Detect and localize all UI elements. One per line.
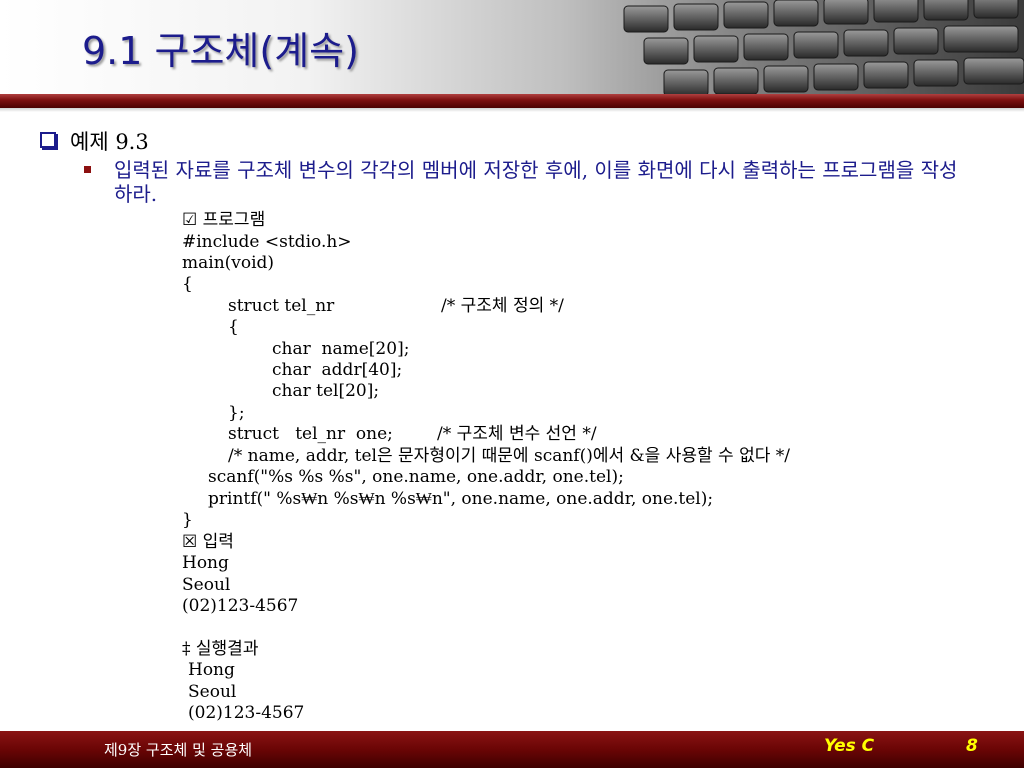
description-bullet: 입력된 자료를 구조체 변수의 각각의 멤버에 저장한 후에, 이를 화면에 다… [84,158,964,206]
example-description: 입력된 자료를 구조체 변수의 각각의 멤버에 저장한 후에, 이를 화면에 다… [114,158,958,206]
code-line: struct tel_nr [228,296,335,316]
code-comment: /* name, addr, tel은 문자형이기 때문에 scanf()에서 … [228,446,790,466]
output-label: ‡ 실행결과 [182,639,259,659]
input-line: (02)123-4567 [182,596,299,616]
footer-bar: 제9장 구조체 및 공용체 Yes C 8 [0,731,1024,768]
code-line: main(void) [182,253,275,273]
checkbox-bullet-icon [40,132,56,148]
code-line: }; [228,403,245,423]
header-banner: 9.1 구조체(계속) [0,0,1024,94]
code-line: } [182,510,193,530]
output-line: Seoul [188,682,237,702]
input-line: Hong [182,553,229,573]
keyboard-image [623,0,1024,94]
code-line: { [228,317,239,337]
code-line: scanf("%s %s %s", one.name, one.addr, on… [208,467,624,487]
code-line: { [182,274,193,294]
code-line: char tel[20]; [272,381,380,401]
program-label: ☑ 프로그램 [182,210,266,230]
output-line: Hong [188,660,235,680]
square-bullet-icon [84,166,91,173]
header-divider-bar [0,94,1024,108]
footer-brand: Yes C [824,736,875,756]
code-line: struct tel_nr one; [228,424,393,444]
code-line: #include <stdio.h> [182,232,352,252]
input-line: Seoul [182,575,231,595]
code-line: char name[20]; [272,339,410,359]
page-number: 8 [966,736,978,756]
code-line: printf(" %s₩n %s₩n %s₩n", one.name, one.… [208,489,714,509]
input-label: ☒ 입력 [182,532,234,552]
output-line: (02)123-4567 [188,703,305,723]
code-comment: /* 구조체 변수 선언 */ [437,424,597,444]
heading-bullet: 예제 9.3 [40,126,149,156]
example-heading: 예제 9.3 [70,130,149,154]
slide-title: 9.1 구조체(계속) [82,29,359,73]
code-line: char addr[40]; [272,360,403,380]
header-divider-shadow [0,108,1024,112]
footer-chapter: 제9장 구조체 및 공용체 [104,741,253,759]
code-comment: /* 구조체 정의 */ [441,296,564,316]
